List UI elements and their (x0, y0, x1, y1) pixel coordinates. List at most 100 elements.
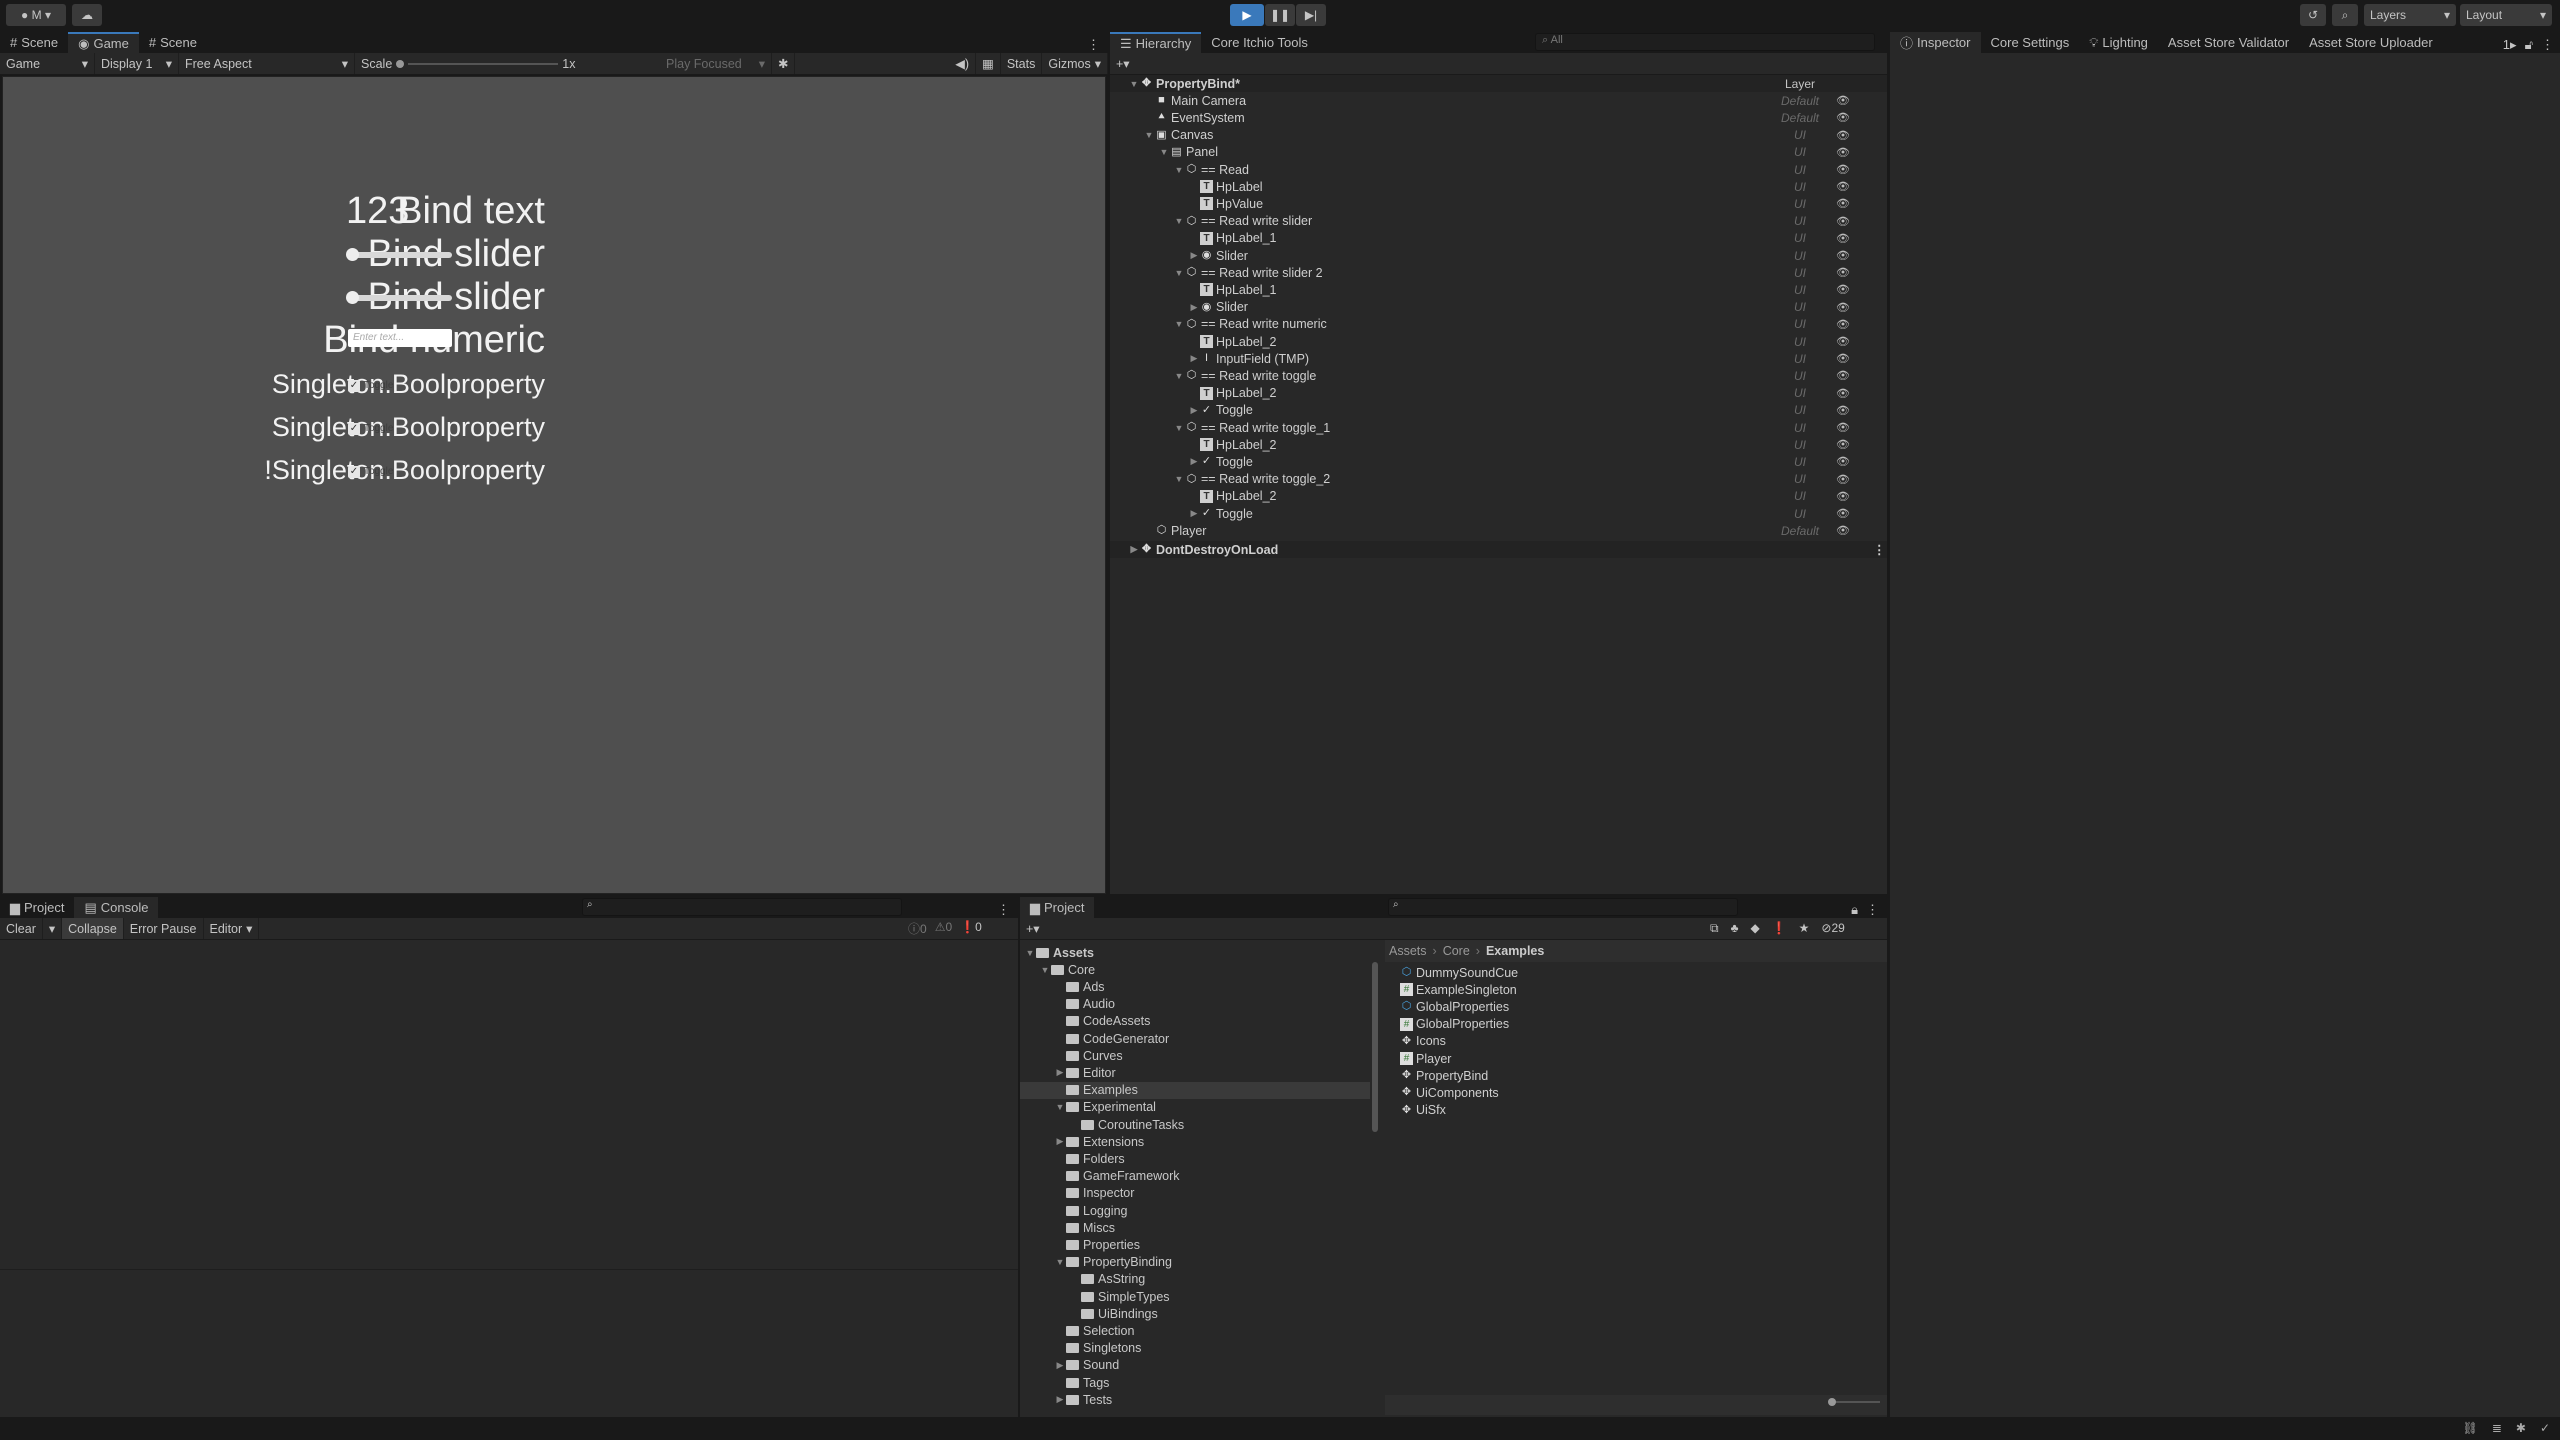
folder-item[interactable]: Logging (1020, 1202, 1370, 1219)
visibility-eye-icon[interactable]: 👁︎ (1836, 455, 1850, 468)
hidden-packages-toggle[interactable]: ⊘29 (1821, 921, 1844, 936)
visibility-eye-icon[interactable]: 👁︎ (1836, 369, 1850, 382)
hierarchy-item[interactable]: ▼ ▤ Panel UI 👁︎ (1110, 144, 1887, 161)
expand-open-icon[interactable]: ▼ (1173, 165, 1185, 175)
more-options-icon[interactable]: ⋮ (1866, 902, 1879, 918)
visibility-eye-icon[interactable]: 👁︎ (1836, 507, 1850, 520)
folder-item[interactable]: Tags (1020, 1374, 1370, 1391)
expand-closed-icon[interactable]: ▶ (1054, 1394, 1066, 1405)
hierarchy-item[interactable]: ▶ ✓ Toggle UI 👁︎ (1110, 453, 1887, 470)
mute-button[interactable]: ◀) (949, 53, 977, 74)
hierarchy-item[interactable]: T HpLabel_1 UI 👁︎ (1110, 230, 1887, 247)
expand-closed-icon[interactable]: ▶ (1188, 405, 1200, 416)
visibility-eye-icon[interactable]: 👁︎ (1836, 232, 1850, 245)
slider-handle[interactable] (346, 291, 359, 304)
tab-core-itchio-tools[interactable]: Core Itchio Tools (1201, 32, 1318, 53)
favorite-star-icon[interactable]: ★ (1799, 921, 1810, 936)
collapse-toggle[interactable]: Collapse (62, 918, 124, 939)
expand-closed-icon[interactable]: ▶ (1188, 250, 1200, 261)
asset-item[interactable]: ✥ Icons (1400, 1033, 1446, 1050)
folder-item[interactable]: GameFramework (1020, 1168, 1370, 1185)
hierarchy-item[interactable]: ▼ ⬡ == Read write slider UI 👁︎ (1110, 213, 1887, 230)
folder-item[interactable]: Folders (1020, 1150, 1370, 1167)
asset-item[interactable]: ✥ PropertyBind (1400, 1067, 1488, 1084)
history-button[interactable]: ↺ (2300, 4, 2326, 26)
slider-handle[interactable] (1828, 1398, 1836, 1406)
slider-handle[interactable] (346, 248, 359, 261)
layout-dropdown[interactable]: Layout ▾ (2460, 4, 2552, 26)
expand-open-icon[interactable]: ▼ (1024, 948, 1036, 958)
visibility-eye-icon[interactable]: 👁︎ (1836, 301, 1850, 314)
expand-open-icon[interactable]: ▼ (1173, 474, 1185, 484)
expand-closed-icon[interactable]: ▶ (1054, 1067, 1066, 1078)
create-button[interactable]: +▾ (1020, 921, 1046, 936)
hierarchy-item[interactable]: T HpLabel_2 UI 👁︎ (1110, 436, 1887, 453)
more-options-icon[interactable]: ⋮ (1873, 542, 1886, 557)
visibility-eye-icon[interactable]: 👁︎ (1836, 197, 1850, 210)
folder-item[interactable]: Curves (1020, 1047, 1370, 1064)
expand-open-icon[interactable]: ▼ (1173, 319, 1185, 329)
folder-item[interactable]: Examples (1020, 1081, 1370, 1099)
folder-item[interactable]: Miscs (1020, 1219, 1370, 1236)
expand-closed-icon[interactable]: ▶ (1188, 456, 1200, 467)
visibility-eye-icon[interactable]: 👁︎ (1836, 146, 1850, 159)
tab-overflow-icon[interactable]: 1▸ (2503, 37, 2517, 53)
expand-closed-icon[interactable]: ▶ (1188, 302, 1200, 313)
folder-item[interactable]: ▼ Core (1020, 961, 1370, 978)
visibility-eye-icon[interactable]: 👁︎ (1836, 473, 1850, 486)
hierarchy-item[interactable]: ▼ ⬡ == Read write toggle_2 UI 👁︎ (1110, 471, 1887, 488)
clear-button[interactable]: Clear (0, 918, 43, 939)
folder-item[interactable]: Inspector (1020, 1185, 1370, 1202)
play-focused-dropdown[interactable]: Play Focused ▾ (660, 53, 772, 74)
cloud-button[interactable]: ☁ (72, 4, 102, 26)
tab-console[interactable]: ▤ Console (74, 897, 159, 918)
game-mode-dropdown[interactable]: Game ▾ (0, 53, 95, 74)
visibility-eye-icon[interactable]: 👁︎ (1836, 180, 1850, 193)
hierarchy-item[interactable]: ▼ ⬡ == Read UI 👁︎ (1110, 161, 1887, 178)
hierarchy-item[interactable]: ▼ ⬡ == Read write numeric UI 👁︎ (1110, 316, 1887, 333)
hierarchy-search-input[interactable]: ⌕ All (1535, 33, 1875, 51)
visibility-eye-icon[interactable]: 👁︎ (1836, 387, 1850, 400)
hierarchy-item[interactable]: ■ Main Camera Default 👁︎ (1110, 92, 1887, 109)
visibility-eye-icon[interactable]: 👁︎ (1836, 111, 1850, 124)
folder-item[interactable]: ▶ Editor (1020, 1064, 1370, 1081)
hierarchy-item[interactable]: ⬡ Player Default 👁︎ (1110, 522, 1887, 539)
icon-size-slider[interactable] (1832, 1401, 1880, 1403)
debug-icon[interactable]: ✱ (2516, 1421, 2526, 1435)
expand-open-icon[interactable]: ▼ (1173, 423, 1185, 433)
debug-button[interactable]: ✱ (772, 53, 796, 74)
slider-handle[interactable] (396, 59, 405, 68)
hierarchy-item[interactable]: ▶ ✓ Toggle UI 👁︎ (1110, 505, 1887, 522)
folder-item[interactable]: Singletons (1020, 1340, 1370, 1357)
folder-item[interactable]: ▶ Extensions (1020, 1133, 1370, 1150)
project-search-input[interactable]: ⌕ (1388, 898, 1738, 916)
hierarchy-item[interactable]: T HpLabel_1 UI 👁︎ (1110, 281, 1887, 298)
lock-icon[interactable]: 🔓︎ (2525, 37, 2533, 53)
folder-item[interactable]: Types (1020, 1408, 1370, 1411)
folder-item[interactable]: Audio (1020, 996, 1370, 1013)
folder-item[interactable]: Selection (1020, 1322, 1370, 1339)
expand-open-icon[interactable]: ▼ (1143, 130, 1155, 140)
folder-item[interactable]: CodeGenerator (1020, 1030, 1370, 1047)
tab-scene[interactable]: # Scene (0, 32, 68, 53)
folder-item[interactable]: Ads (1020, 978, 1370, 995)
expand-open-icon[interactable]: ▼ (1054, 1102, 1066, 1112)
visibility-eye-icon[interactable]: 👁︎ (1836, 524, 1850, 537)
hierarchy-item[interactable]: ▼ ⬡ == Read write toggle UI 👁︎ (1110, 367, 1887, 384)
folder-item[interactable]: ▶ Tests (1020, 1391, 1370, 1408)
add-button[interactable]: +▾ (1110, 56, 1136, 71)
shortcuts-button[interactable]: ▦ (976, 53, 1001, 74)
editor-dropdown[interactable]: Editor ▾ (204, 918, 260, 939)
warning-filter-toggle[interactable]: ⚠0 (935, 920, 952, 937)
more-options-icon[interactable]: ⋮ (1079, 37, 1108, 53)
expand-closed-icon[interactable]: ▶ (1054, 1136, 1066, 1147)
asset-item[interactable]: # Player (1400, 1050, 1451, 1067)
tab-inspector[interactable]: ⓘ Inspector (1890, 32, 1981, 53)
toggle-checkbox[interactable]: ✓ (348, 380, 360, 392)
search-scope-icon[interactable]: ⧉ (1710, 921, 1719, 936)
toggle-checkbox[interactable]: ✓ (348, 423, 360, 435)
expand-open-icon[interactable]: ▼ (1158, 147, 1170, 157)
tab-hierarchy[interactable]: ☰ Hierarchy (1110, 32, 1202, 53)
more-options-icon[interactable]: ⋮ (989, 902, 1018, 918)
folder-item[interactable]: ▼ Assets (1020, 944, 1370, 961)
